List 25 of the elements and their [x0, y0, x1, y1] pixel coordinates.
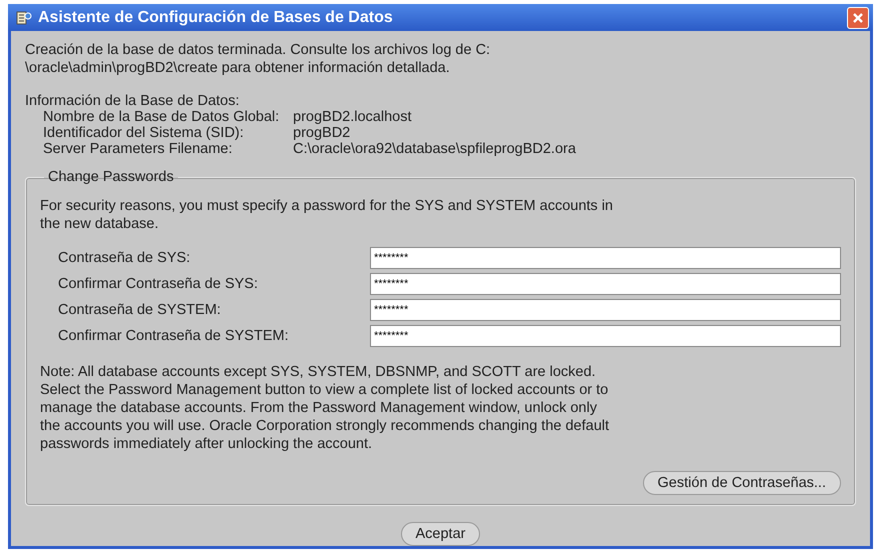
info-label: Server Parameters Filename:	[43, 141, 234, 157]
info-label: Identificador del Sistema (SID):	[43, 125, 245, 141]
password-management-button[interactable]: Gestión de Contraseñas...	[642, 471, 841, 495]
note-message: Note: All database accounts except SYS, SYSTEM, DBSNMP, and SCOTT are locked. Select the Password Management button to view a complete list of locked accounts or to manage the database accounts. From the Password Management window, unlock only the accounts you will use. Oracle Corporation strongly recommends changing the default passwords immediately after unlocking the account.	[40, 363, 610, 453]
password-field[interactable]: ********	[370, 247, 841, 269]
info-value: C:\oracle\ora92\database\spfileprogBD2.ora	[293, 141, 576, 157]
password-field[interactable]: ********	[370, 325, 841, 347]
info-heading: Información de la Base de Datos:	[25, 93, 240, 109]
info-label: Nombre de la Base de Datos Global:	[43, 109, 280, 125]
info-value: progBD2.localhost	[293, 109, 412, 125]
field-label: Confirmar Contraseña de SYSTEM:	[58, 328, 290, 344]
info-value: progBD2	[293, 125, 350, 141]
field-label: Contraseña de SYS:	[58, 250, 192, 266]
close-icon	[851, 10, 865, 24]
window-title: Asistente de Configuración de Bases de Datos	[38, 8, 394, 26]
field-label: Confirmar Contraseña de SYS:	[58, 276, 259, 292]
field-label: Contraseña de SYSTEM:	[58, 302, 222, 318]
password-field[interactable]: ********	[370, 273, 841, 295]
group-legend: Change Passwords	[44, 169, 178, 185]
ok-button[interactable]: Aceptar	[400, 522, 480, 546]
database-wizard-icon	[16, 10, 32, 26]
security-message: For security reasons, you must specify a password for the SYS and SYSTEM accounts in the new database.	[40, 197, 614, 233]
password-field[interactable]: ********	[370, 299, 841, 321]
completion-message: Creación de la base de datos terminada. Consulte los archivos log de C: \oracle\admin\progBD2\create para obtener información detallada.	[25, 41, 492, 77]
close-button[interactable]	[847, 6, 869, 28]
